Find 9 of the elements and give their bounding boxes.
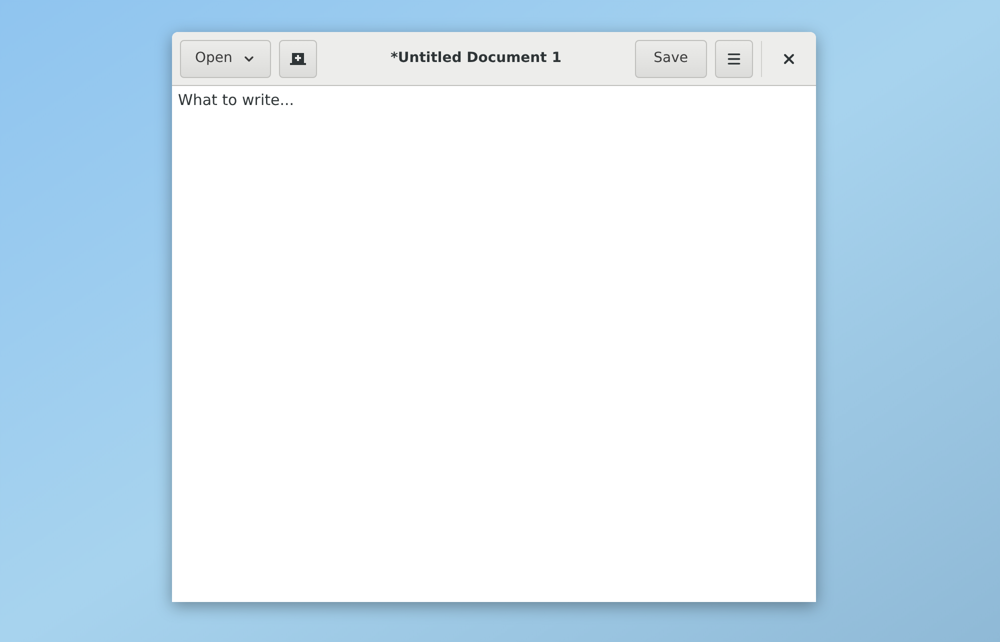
text-editor[interactable]: What to write... bbox=[172, 86, 816, 602]
new-document-button[interactable] bbox=[279, 40, 318, 78]
menu-button[interactable] bbox=[715, 40, 753, 78]
new-tab-icon bbox=[290, 52, 306, 66]
open-button[interactable]: Open bbox=[180, 40, 272, 78]
window-title: *Untitled Document 1 bbox=[390, 49, 562, 68]
editor-text: What to write... bbox=[178, 91, 294, 109]
menu-icon bbox=[726, 50, 742, 66]
save-button[interactable]: Save bbox=[634, 40, 707, 78]
